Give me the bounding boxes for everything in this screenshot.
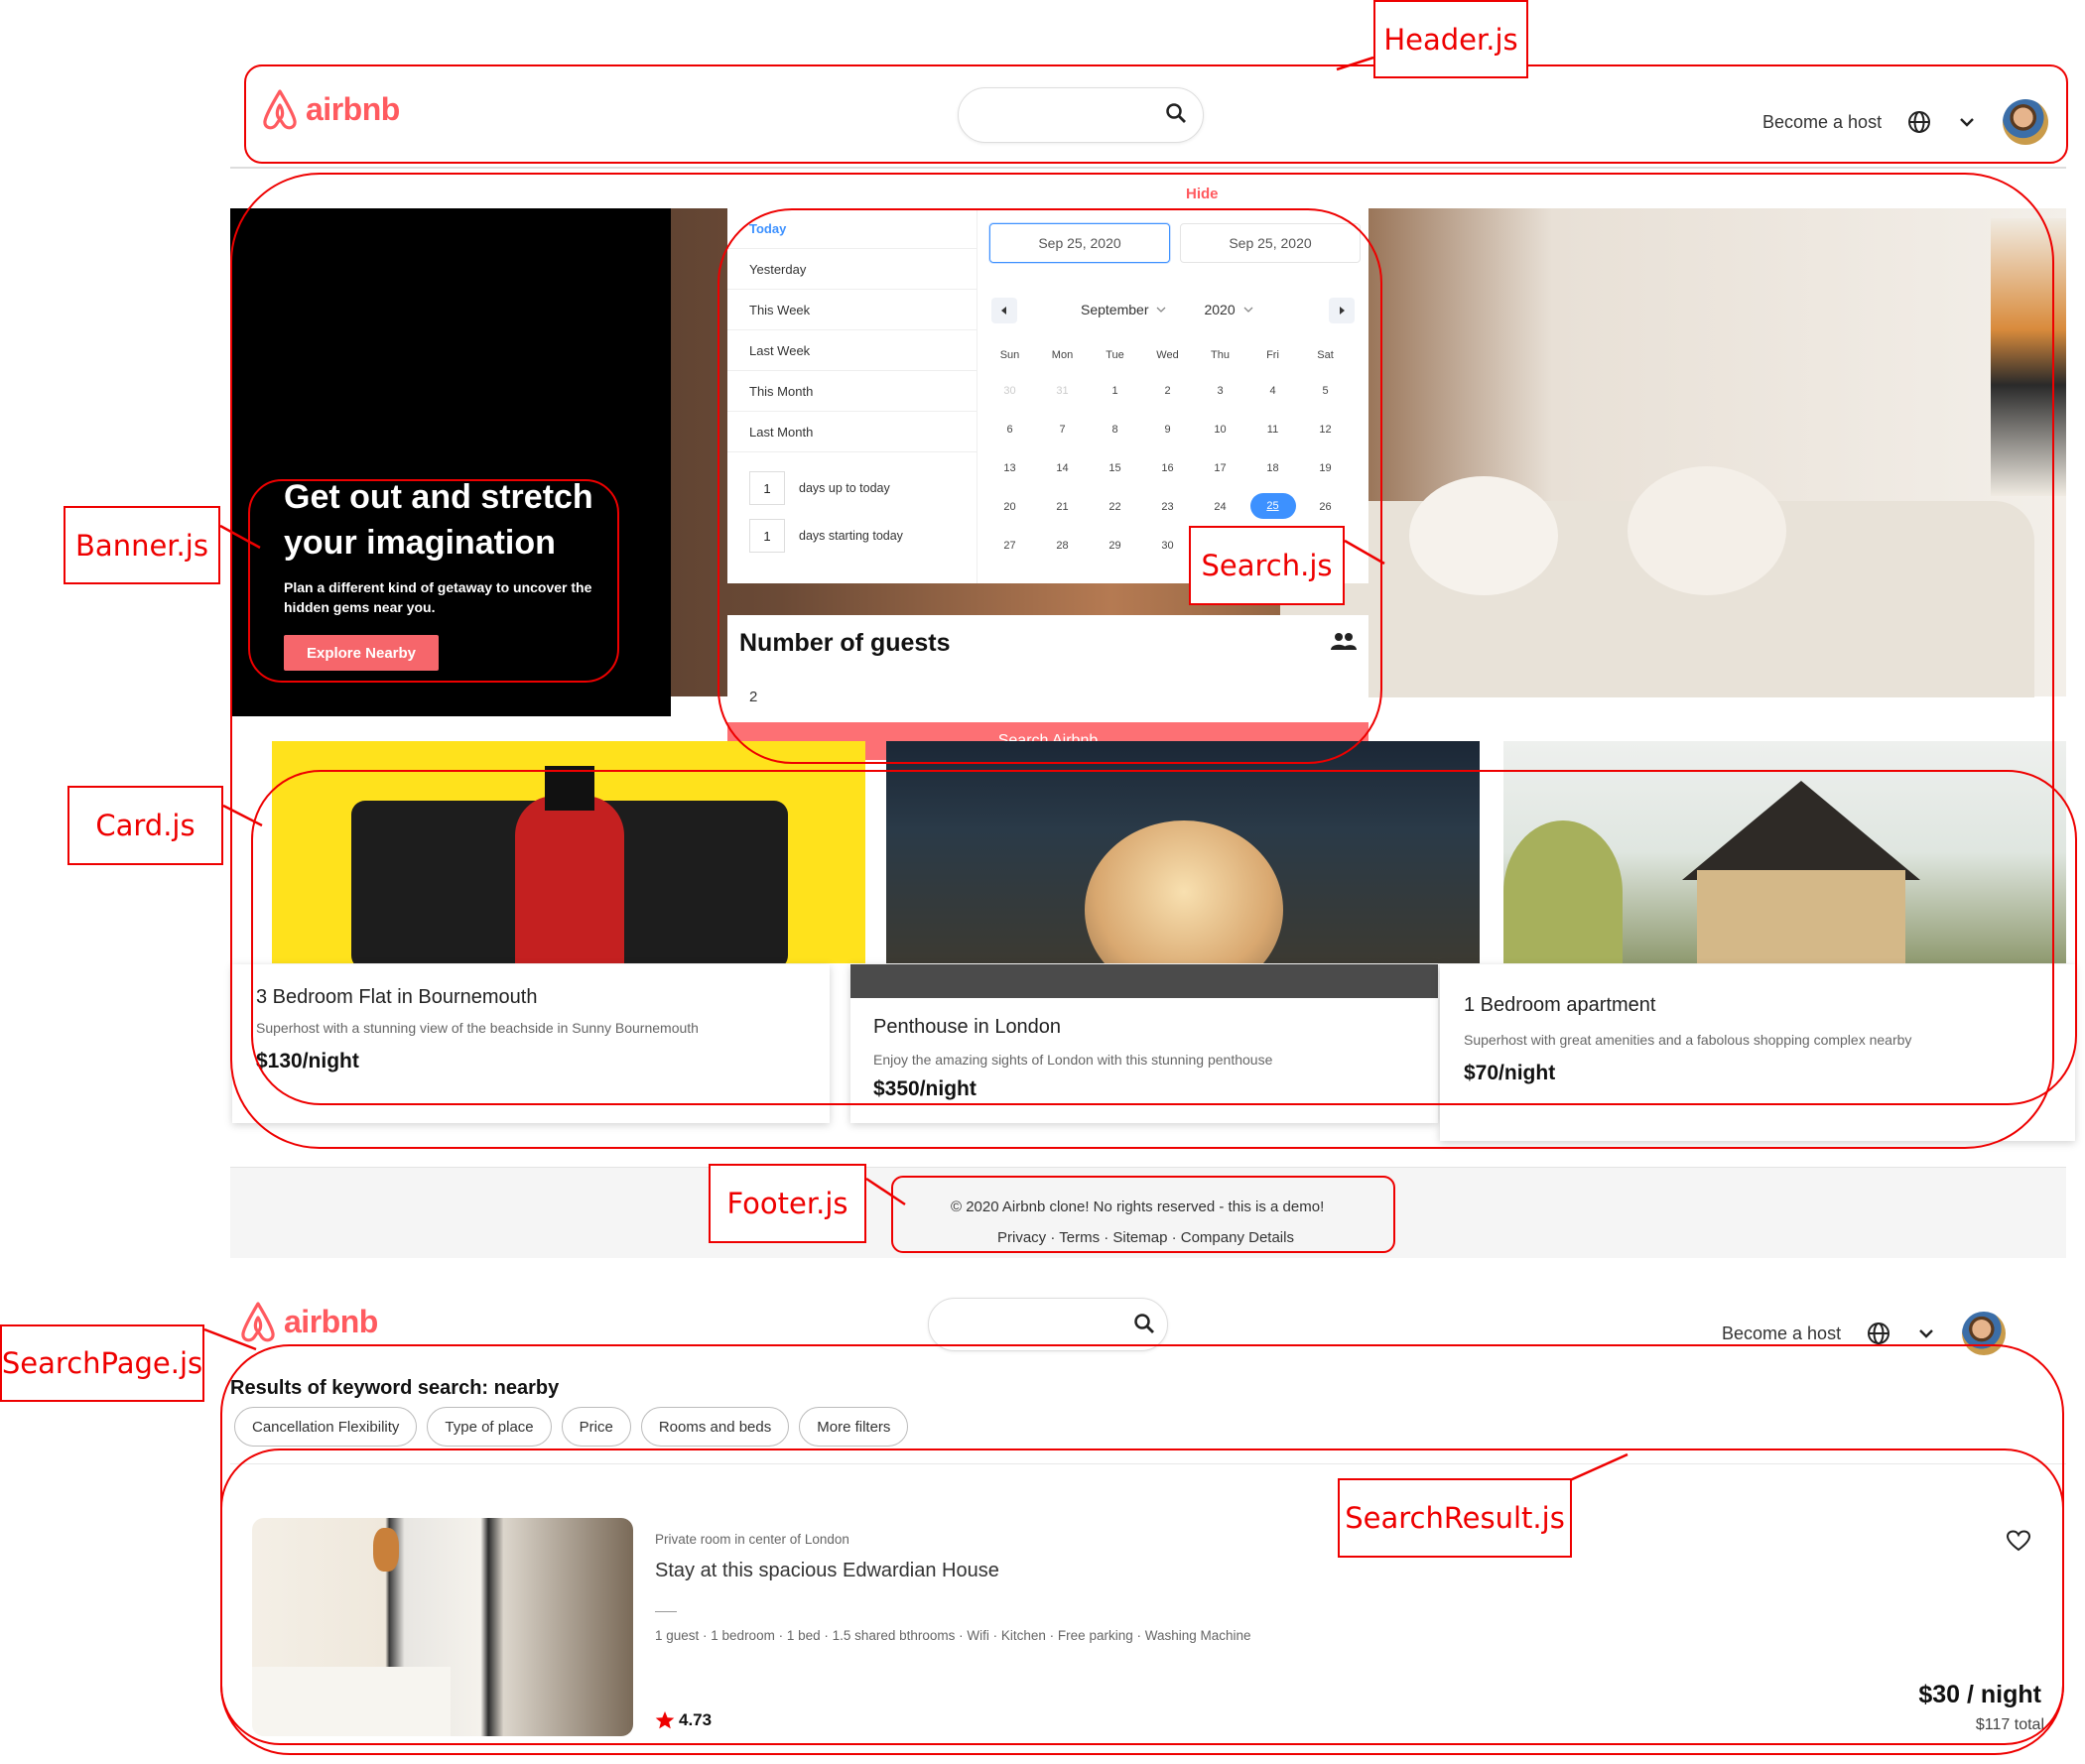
card-outline [251,770,2077,1105]
banner-outline [248,479,619,683]
banner-label: Banner.js [64,506,220,584]
search-result-outline [220,1449,2064,1745]
search-result-label: SearchResult.js [1338,1478,1572,1558]
search-label: Search.js [1189,526,1345,605]
search-page-label: SearchPage.js [0,1324,204,1402]
card-label: Card.js [67,786,223,865]
header-outline [244,64,2068,164]
header-label: Header.js [1373,0,1528,78]
search-outline [717,208,1382,764]
footer-outline [891,1176,1395,1253]
footer-label: Footer.js [709,1164,866,1243]
